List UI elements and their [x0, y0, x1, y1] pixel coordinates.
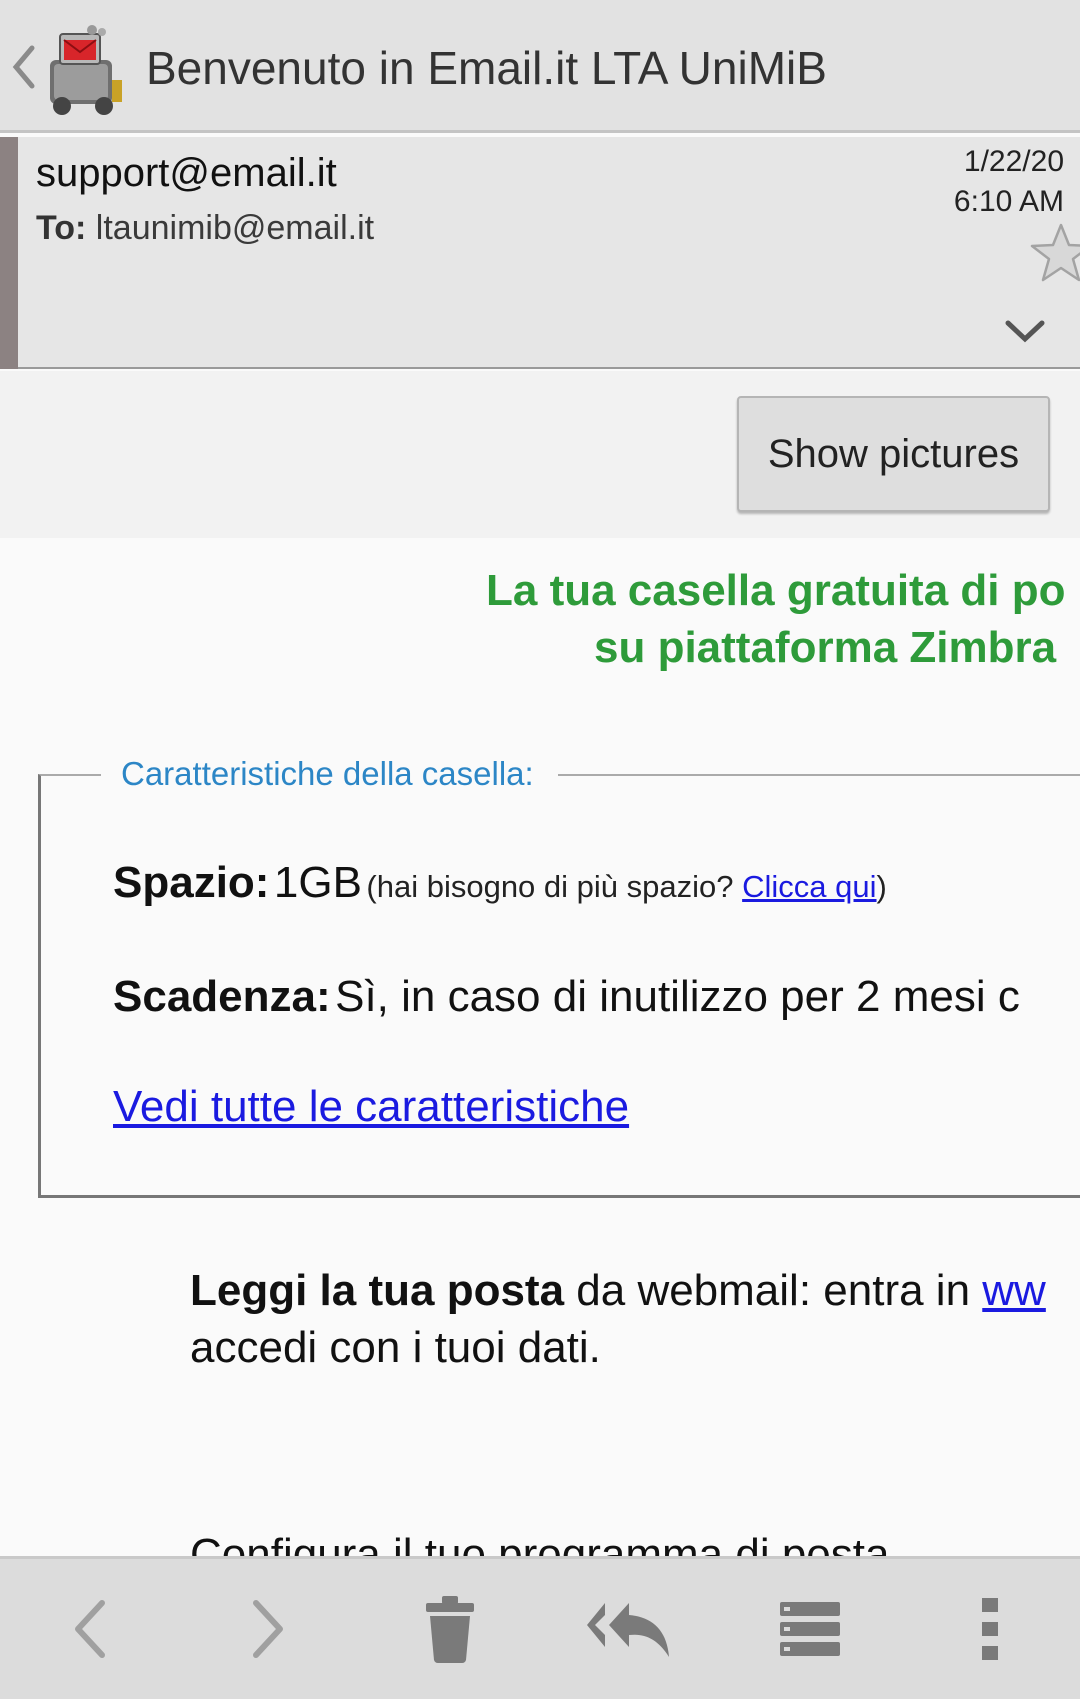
- read-mail-text: da webmail: entra in: [564, 1266, 983, 1315]
- scadenza-row: Scadenza: Sì, in caso di inutilizzo per …: [113, 972, 1020, 1022]
- scadenza-value: Sì, in caso di inutilizzo per 2 mesi c: [335, 972, 1020, 1021]
- email-app: Benvenuto in Email.it LTA UniMiB support…: [0, 0, 1080, 1699]
- message-time: 6:10 AM: [953, 185, 1064, 218]
- chevron-down-icon[interactable]: [1004, 317, 1046, 345]
- recipient-label: To:: [36, 209, 87, 247]
- spazio-label: Spazio:: [113, 858, 270, 907]
- read-mail-paragraph: Leggi la tua posta da webmail: entra in …: [190, 1262, 1046, 1376]
- next-message-button[interactable]: [208, 1559, 328, 1699]
- spazio-row: Spazio: 1GB (hai bisogno di più spazio? …: [113, 858, 887, 908]
- read-mail-bold: Leggi la tua posta: [190, 1266, 565, 1315]
- all-features-link[interactable]: Vedi tutte le caratteristiche: [113, 1082, 629, 1132]
- spazio-note-close: ): [876, 869, 887, 904]
- sender-address: support@email.it: [36, 151, 337, 195]
- message-list-button[interactable]: [750, 1559, 870, 1699]
- trash-icon: [426, 1596, 474, 1663]
- features-box: Caratteristiche della casella: Spazio: 1…: [38, 754, 1080, 1198]
- list-icon: [780, 1602, 840, 1656]
- sender-panel[interactable]: support@email.it To: ltaunimib@email.it …: [0, 137, 1080, 369]
- chevron-left-icon: [75, 1600, 105, 1658]
- chevron-right-icon: [253, 1600, 283, 1658]
- recipient-address: ltaunimib@email.it: [95, 209, 375, 247]
- read-mail-line-1: Leggi la tua posta da webmail: entra in …: [190, 1262, 1046, 1319]
- headline: La tua casella gratuita di po su piattaf…: [486, 562, 1080, 676]
- clicca-qui-link[interactable]: Clicca qui: [742, 869, 876, 904]
- chevron-left-icon[interactable]: [10, 44, 38, 90]
- overflow-menu-icon: [982, 1598, 998, 1660]
- read-mail-line-2: accedi con i tuoi dati.: [190, 1323, 601, 1372]
- headline-line-2: su piattaforma Zimbra: [594, 623, 1057, 672]
- webmail-link[interactable]: ww: [982, 1266, 1046, 1315]
- spazio-value: 1GB: [273, 858, 362, 907]
- cut-off-text: Configura il tuo programma di posta: [190, 1530, 890, 1556]
- title-bar: Benvenuto in Email.it LTA UniMiB: [0, 0, 1080, 133]
- recipient-line: To: ltaunimib@email.it: [36, 209, 374, 248]
- reply-all-icon: [587, 1603, 669, 1657]
- delete-button[interactable]: [390, 1559, 510, 1699]
- reply-all-button[interactable]: [569, 1559, 689, 1699]
- star-icon[interactable]: [1028, 221, 1080, 287]
- features-legend: Caratteristiche della casella:: [101, 754, 558, 794]
- sender-color-bar: [0, 137, 18, 369]
- headline-line-1: La tua casella gratuita di po: [486, 566, 1066, 615]
- scadenza-label: Scadenza:: [113, 972, 331, 1021]
- previous-message-button[interactable]: [30, 1559, 150, 1699]
- spazio-note: (hai bisogno di più spazio? Clicca qui): [366, 869, 886, 904]
- show-pictures-button[interactable]: Show pictures: [737, 396, 1050, 512]
- message-date: 1/22/20: [963, 145, 1064, 178]
- spazio-note-open: (hai bisogno di più spazio?: [366, 869, 734, 904]
- mail-robot-logo-icon: [50, 25, 122, 115]
- overflow-menu-button[interactable]: [930, 1559, 1050, 1699]
- email-subject-title: Benvenuto in Email.it LTA UniMiB: [146, 42, 827, 94]
- email-body: La tua casella gratuita di po su piattaf…: [0, 538, 1080, 1556]
- pictures-bar: Show pictures: [0, 371, 1080, 538]
- bottom-toolbar: [0, 1556, 1080, 1699]
